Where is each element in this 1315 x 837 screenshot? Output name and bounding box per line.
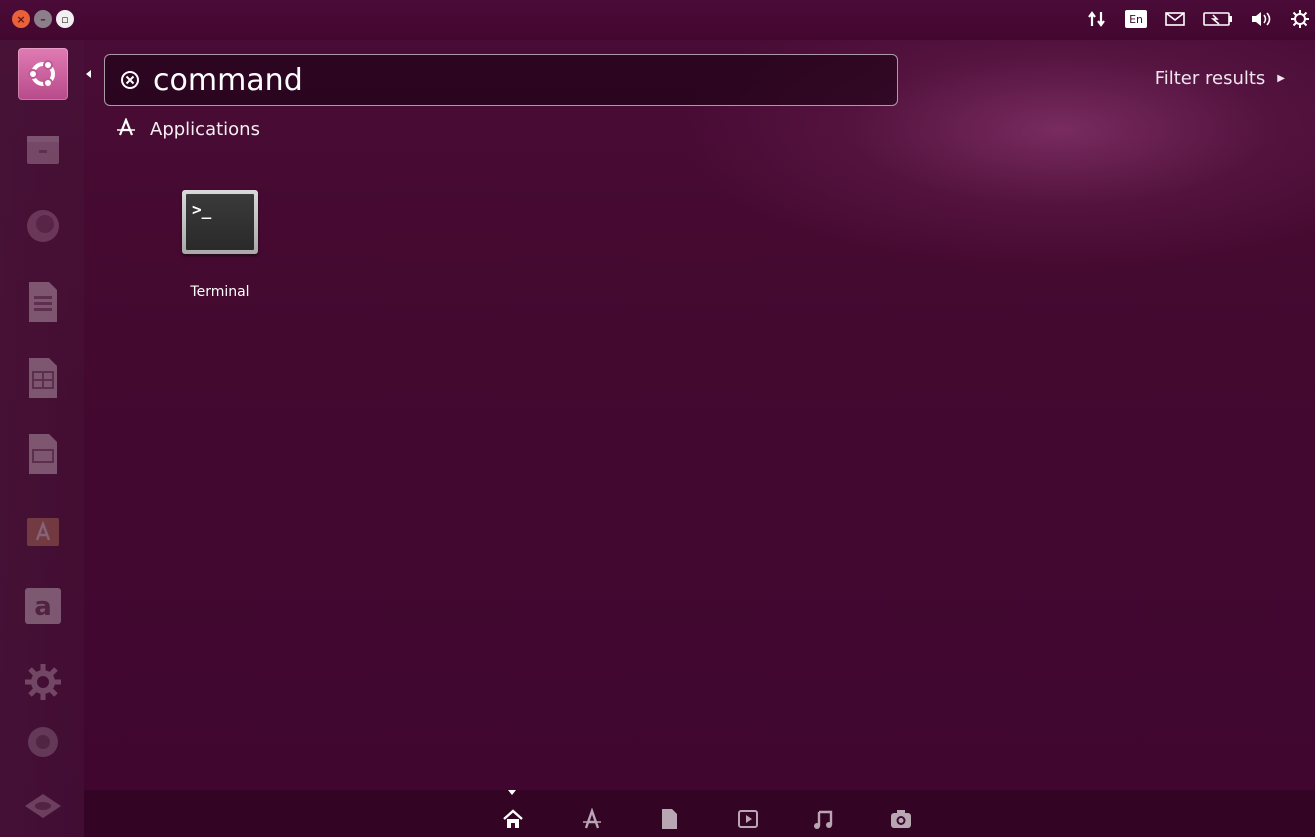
volume-icon[interactable] — [1251, 8, 1273, 30]
category-header: Applications — [116, 117, 260, 141]
launcher-item-files[interactable] — [18, 124, 68, 176]
libreoffice-impress-icon — [29, 434, 57, 474]
video-lens-icon — [738, 810, 758, 828]
music-lens-button[interactable] — [810, 806, 836, 832]
indicator-area: En — [1087, 8, 1309, 30]
active-lens-indicator — [508, 790, 516, 795]
launcher-item-workspaces[interactable] — [18, 716, 68, 768]
session-gear-icon[interactable] — [1291, 8, 1309, 30]
system-settings-icon — [25, 664, 61, 700]
minimize-button[interactable]: – — [34, 10, 52, 28]
lens-bar — [84, 790, 1315, 837]
libreoffice-writer-icon — [29, 282, 57, 322]
launcher-item-impress[interactable] — [18, 428, 68, 480]
close-button[interactable]: × — [12, 10, 30, 28]
video-lens-button[interactable] — [735, 806, 761, 832]
files-icon — [27, 136, 59, 164]
category-title: Applications — [150, 119, 260, 140]
maximize-button[interactable]: ▫ — [56, 10, 74, 28]
battery-icon[interactable] — [1203, 8, 1233, 30]
home-lens-button[interactable] — [500, 806, 526, 832]
mail-icon[interactable] — [1165, 8, 1185, 30]
result-item-terminal[interactable]: >_ Terminal — [168, 182, 272, 312]
launcher-item-writer[interactable] — [18, 276, 68, 328]
launcher-item-software-center[interactable] — [18, 504, 68, 556]
clear-search-icon[interactable] — [119, 69, 141, 91]
ubuntu-dash-button[interactable] — [18, 48, 68, 100]
files-lens-button[interactable] — [656, 806, 682, 832]
launcher-active-pointer — [86, 70, 91, 78]
terminal-icon: >_ — [182, 190, 258, 254]
filter-results-button[interactable]: Filter results ▶ — [1155, 68, 1285, 89]
dash-search-bar[interactable] — [104, 54, 898, 106]
search-input[interactable] — [153, 62, 853, 98]
launcher-item-system-settings[interactable] — [18, 656, 68, 708]
launcher-item-calc[interactable] — [18, 352, 68, 404]
top-panel: × – ▫ En — [0, 0, 1315, 40]
photos-lens-button[interactable] — [888, 806, 914, 832]
software-center-icon — [27, 518, 59, 546]
home-lens-icon — [503, 809, 523, 828]
window-controls: × – ▫ — [12, 10, 74, 28]
firefox-icon — [27, 210, 59, 242]
applications-lens-icon — [583, 808, 601, 829]
trash-icon — [25, 794, 61, 818]
music-lens-icon — [814, 810, 833, 829]
applications-lens-button[interactable] — [579, 806, 605, 832]
ubuntu-dash-icon — [28, 60, 55, 88]
filter-results-label: Filter results — [1154, 68, 1266, 89]
launcher-item-trash[interactable] — [18, 778, 68, 830]
launcher-item-amazon[interactable]: a — [18, 580, 68, 632]
keyboard-layout-label: En — [1125, 10, 1147, 28]
launcher: a — [0, 40, 84, 837]
chevron-right-icon: ▶ — [1277, 73, 1285, 84]
libreoffice-calc-icon — [29, 358, 57, 398]
workspace-switcher-icon — [28, 727, 58, 757]
result-label: Terminal — [190, 284, 250, 300]
files-lens-icon — [662, 809, 677, 829]
amazon-icon: a — [25, 588, 61, 624]
network-icon[interactable] — [1087, 8, 1107, 30]
applications-category-icon — [116, 117, 136, 141]
photos-lens-icon — [891, 810, 911, 828]
svg-text:a: a — [34, 592, 52, 622]
launcher-item-firefox[interactable] — [18, 200, 68, 252]
keyboard-layout-indicator[interactable]: En — [1125, 8, 1147, 30]
